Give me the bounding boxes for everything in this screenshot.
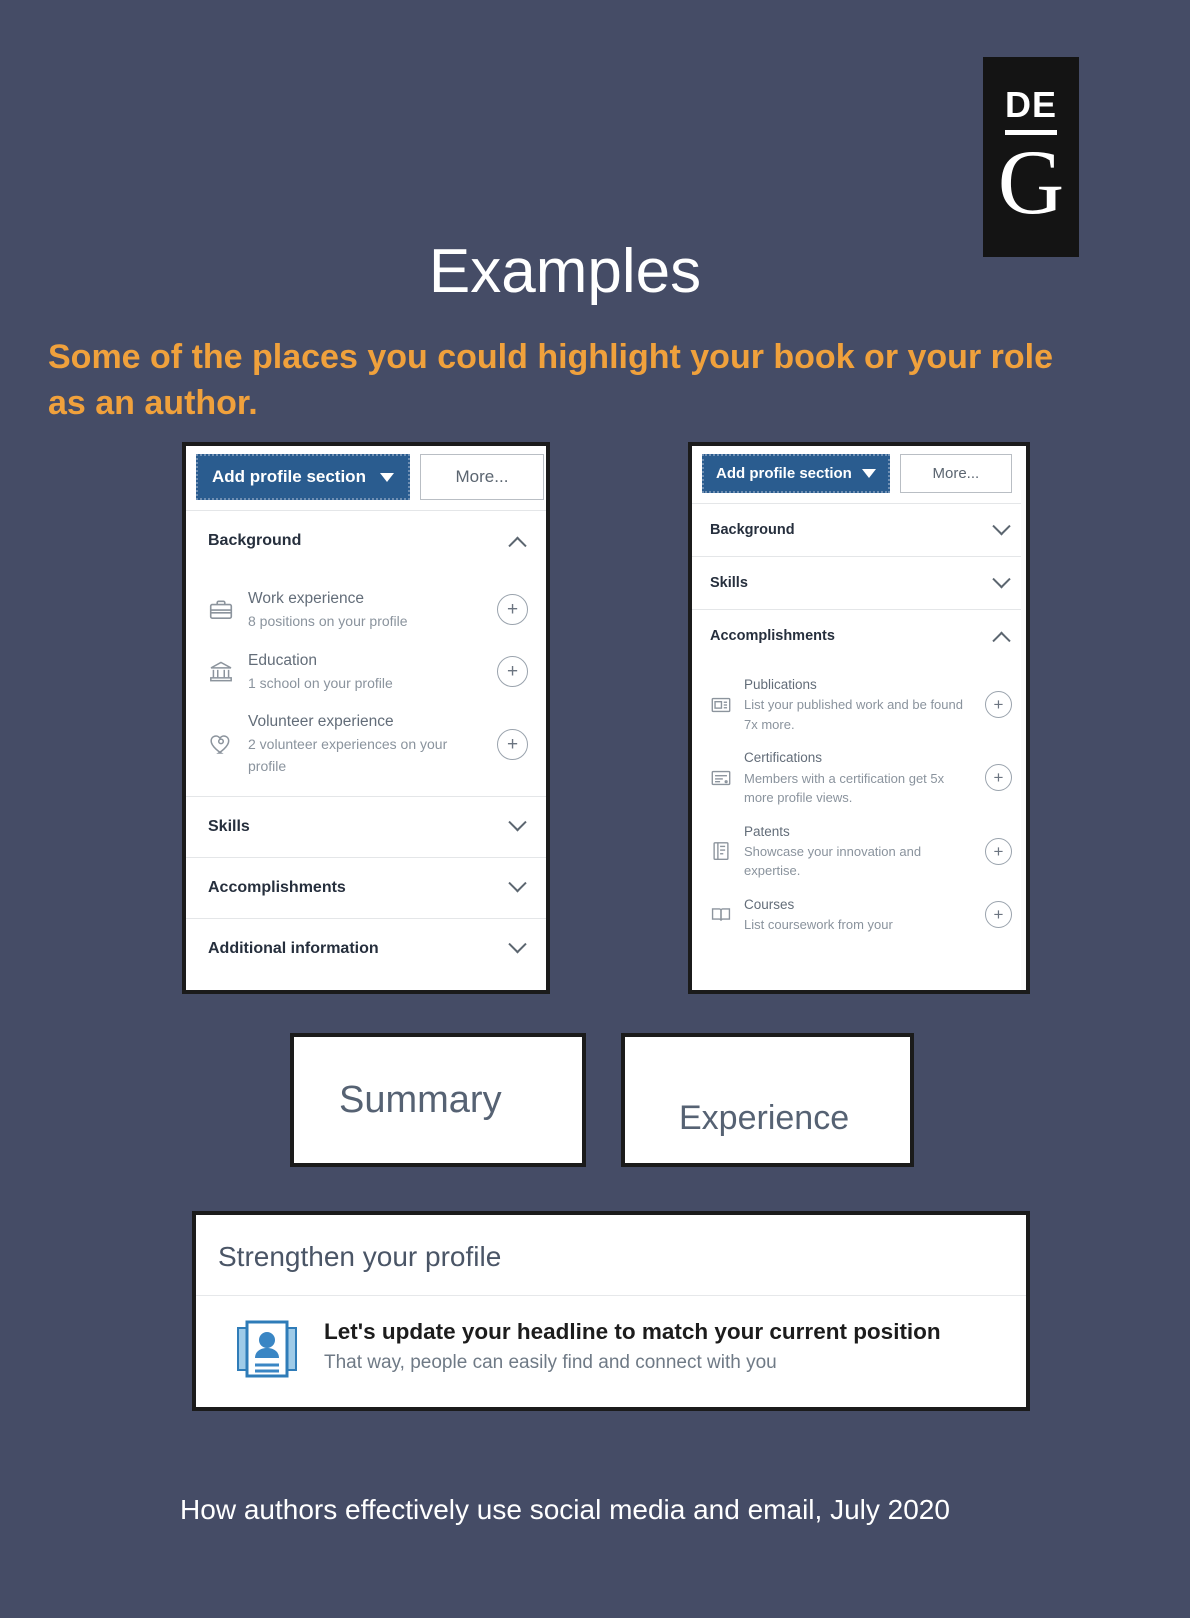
page-title: Examples [428, 237, 702, 306]
section-label: Background [710, 522, 795, 538]
background-items-left: Work experience 8 positions on your prof… [186, 571, 546, 796]
item-title: Courses [744, 896, 795, 912]
panel-scrollbar[interactable] [1021, 490, 1026, 990]
strengthen-profile-panel: Strengthen your profile Let's update you… [192, 1211, 1030, 1411]
add-education-button[interactable]: + [497, 656, 528, 688]
chevron-down-icon [992, 569, 1011, 588]
sidebar-item-accomplishments-right[interactable]: Accomplishments [692, 609, 1026, 662]
section-label: Additional information [208, 939, 379, 957]
section-label: Accomplishments [208, 878, 346, 896]
sidebar-item-skills-right[interactable]: Skills [692, 556, 1026, 609]
add-profile-section-button-right[interactable]: Add profile section [702, 454, 890, 493]
heart-icon [208, 731, 234, 757]
item-subtitle: 1 school on your profile [248, 674, 393, 691]
accomplishment-items-right: Publications List your published work an… [692, 662, 1026, 942]
item-subtitle: 2 volunteer experiences on your profile [248, 736, 448, 775]
item-title: Patents [744, 823, 790, 839]
list-item-text: Patents Showcase your innovation and exp… [744, 822, 973, 881]
publication-icon [710, 694, 732, 716]
sidebar-item-accomplishments-left[interactable]: Accomplishments [186, 856, 546, 918]
item-subtitle: List your published work and be found 7x… [744, 697, 963, 732]
list-item-text: Publications List your published work an… [744, 675, 973, 734]
item-title: Certifications [744, 750, 823, 766]
item-subtitle: Members with a certification get 5x more… [744, 770, 945, 806]
add-work-experience-button[interactable]: + [497, 594, 528, 626]
briefcase-icon [208, 597, 234, 623]
strengthen-profile-body[interactable]: Let's update your headline to match your… [196, 1295, 1026, 1383]
list-item-text: Education 1 school on your profile [248, 649, 483, 695]
list-item-publications[interactable]: Publications List your published work an… [692, 668, 1026, 741]
chevron-up-icon [992, 631, 1011, 650]
deg-logo: DE G [983, 57, 1079, 257]
list-item-education[interactable]: Education 1 school on your profile + [186, 641, 546, 703]
logo-g-text: G [997, 131, 1065, 234]
linkedin-panel-right: Add profile section More... Background S… [688, 442, 1030, 994]
list-item-volunteer-experience[interactable]: Volunteer experience 2 volunteer experie… [186, 702, 546, 785]
list-item-patents[interactable]: Patents Showcase your innovation and exp… [692, 815, 1026, 888]
certificate-icon [710, 767, 732, 789]
profile-card-icon [234, 1318, 300, 1383]
add-course-button[interactable]: + [985, 901, 1012, 929]
item-subtitle: List coursework from your [744, 917, 893, 932]
school-icon [208, 659, 234, 685]
chevron-down-icon [508, 935, 527, 954]
experience-label: Experience [679, 1098, 850, 1137]
item-title: Work experience [248, 590, 365, 607]
chevron-down-icon [508, 874, 527, 893]
logo-de-text: DE [1004, 84, 1057, 126]
add-publication-button[interactable]: + [985, 691, 1012, 719]
item-title: Education [248, 651, 317, 669]
page-subtitle: Some of the places you could highlight y… [48, 338, 1053, 423]
section-label: Skills [710, 575, 748, 591]
list-item-work-experience[interactable]: Work experience 8 positions on your prof… [186, 579, 546, 641]
chevron-down-icon [379, 472, 394, 482]
list-item-text: Volunteer experience 2 volunteer experie… [248, 710, 483, 777]
slide-root: DE G Examples Some of the places you cou… [0, 0, 1190, 1618]
summary-card: Summary [290, 1033, 586, 1167]
add-certification-button[interactable]: + [985, 764, 1012, 792]
list-item-text: Certifications Members with a certificat… [744, 748, 973, 807]
item-title: Volunteer experience [248, 713, 394, 731]
list-item-text: Courses List coursework from your [744, 895, 973, 935]
item-subtitle: 8 positions on your profile [248, 613, 408, 630]
sidebar-item-additional-information-left[interactable]: Additional information [186, 917, 546, 979]
panel-right-toolbar: Add profile section More... [692, 446, 1026, 503]
add-patent-button[interactable]: + [985, 837, 1012, 865]
strengthen-profile-title: Strengthen your profile [218, 1241, 502, 1272]
strengthen-profile-subtext: That way, people can easily find and con… [324, 1352, 777, 1373]
chevron-down-icon [861, 469, 876, 478]
chevron-down-icon [992, 516, 1011, 535]
list-item-text: Work experience 8 positions on your prof… [248, 587, 483, 633]
course-icon [710, 904, 732, 926]
chevron-up-icon [508, 536, 527, 555]
panel-left-toolbar: Add profile section More... [186, 446, 546, 510]
item-subtitle: Showcase your innovation and expertise. [744, 843, 922, 879]
patent-icon [710, 840, 732, 862]
strengthen-profile-headline: Let's update your headline to match your… [324, 1319, 941, 1344]
more-button-left[interactable]: More... [419, 454, 544, 500]
summary-label: Summary [339, 1078, 502, 1121]
item-title: Publications [744, 677, 817, 692]
sidebar-item-background-right[interactable]: Background [692, 503, 1026, 556]
footer-text: How authors effectively use social media… [180, 1494, 950, 1525]
list-item-certifications[interactable]: Certifications Members with a certificat… [692, 741, 1026, 814]
add-volunteer-experience-button[interactable]: + [497, 728, 528, 760]
more-button-right[interactable]: More... [899, 454, 1012, 493]
add-profile-section-label: Add profile section [212, 467, 366, 486]
section-label: Background [208, 532, 302, 549]
experience-card: Experience [621, 1033, 914, 1167]
add-profile-section-button-left[interactable]: Add profile section [196, 454, 410, 500]
linkedin-panel-left: Add profile section More... Background W… [182, 442, 550, 994]
sidebar-item-background-left[interactable]: Background [186, 510, 546, 571]
section-label: Accomplishments [710, 628, 835, 644]
chevron-down-icon [508, 813, 527, 832]
sidebar-item-skills-left[interactable]: Skills [186, 795, 546, 857]
add-profile-section-label: Add profile section [716, 465, 852, 482]
section-label: Skills [208, 817, 250, 835]
strengthen-profile-texts: Let's update your headline to match your… [324, 1318, 941, 1374]
list-item-courses[interactable]: Courses List coursework from your + [692, 888, 1026, 942]
